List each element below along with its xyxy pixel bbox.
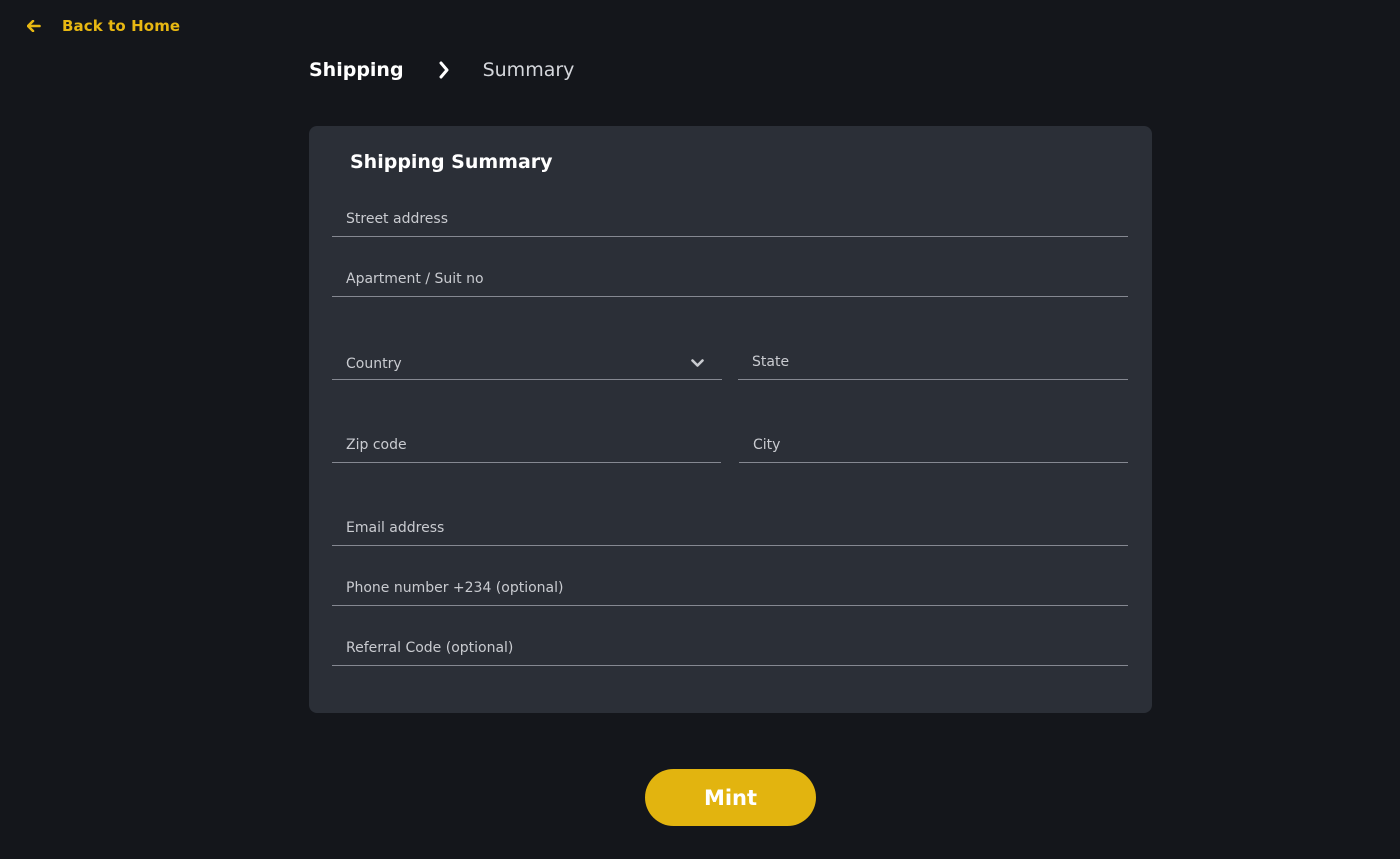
- zip-code-field: [332, 423, 721, 463]
- step-summary[interactable]: Summary: [483, 59, 575, 81]
- back-to-home-link[interactable]: Back to Home: [26, 15, 180, 37]
- checkout-steps: Shipping Summary: [309, 56, 574, 84]
- email-input[interactable]: [346, 517, 1114, 539]
- referral-code-input[interactable]: [346, 637, 1114, 659]
- referral-code-field: [332, 626, 1128, 666]
- street-address-input[interactable]: [346, 208, 1114, 230]
- phone-field: [332, 566, 1128, 606]
- phone-input[interactable]: [346, 577, 1114, 599]
- back-to-home-label: Back to Home: [62, 17, 181, 35]
- state-input[interactable]: [752, 351, 1114, 373]
- apartment-field: [332, 257, 1128, 297]
- form-title: Shipping Summary: [350, 151, 553, 173]
- chevron-right-icon: [438, 60, 452, 80]
- zip-code-input[interactable]: [346, 434, 707, 456]
- country-select[interactable]: Country: [332, 340, 722, 380]
- state-field: [738, 340, 1128, 380]
- city-field: [739, 423, 1128, 463]
- country-select-label: Country: [346, 356, 402, 372]
- mint-button[interactable]: Mint: [645, 769, 816, 826]
- step-shipping[interactable]: Shipping: [309, 59, 404, 81]
- city-input[interactable]: [753, 434, 1114, 456]
- apartment-input[interactable]: [346, 268, 1114, 290]
- arrow-left-icon: [26, 15, 42, 37]
- street-address-field: [332, 197, 1128, 237]
- shipping-form-card: Shipping Summary Country: [309, 126, 1152, 713]
- email-field: [332, 506, 1128, 546]
- chevron-down-icon[interactable]: [690, 357, 704, 369]
